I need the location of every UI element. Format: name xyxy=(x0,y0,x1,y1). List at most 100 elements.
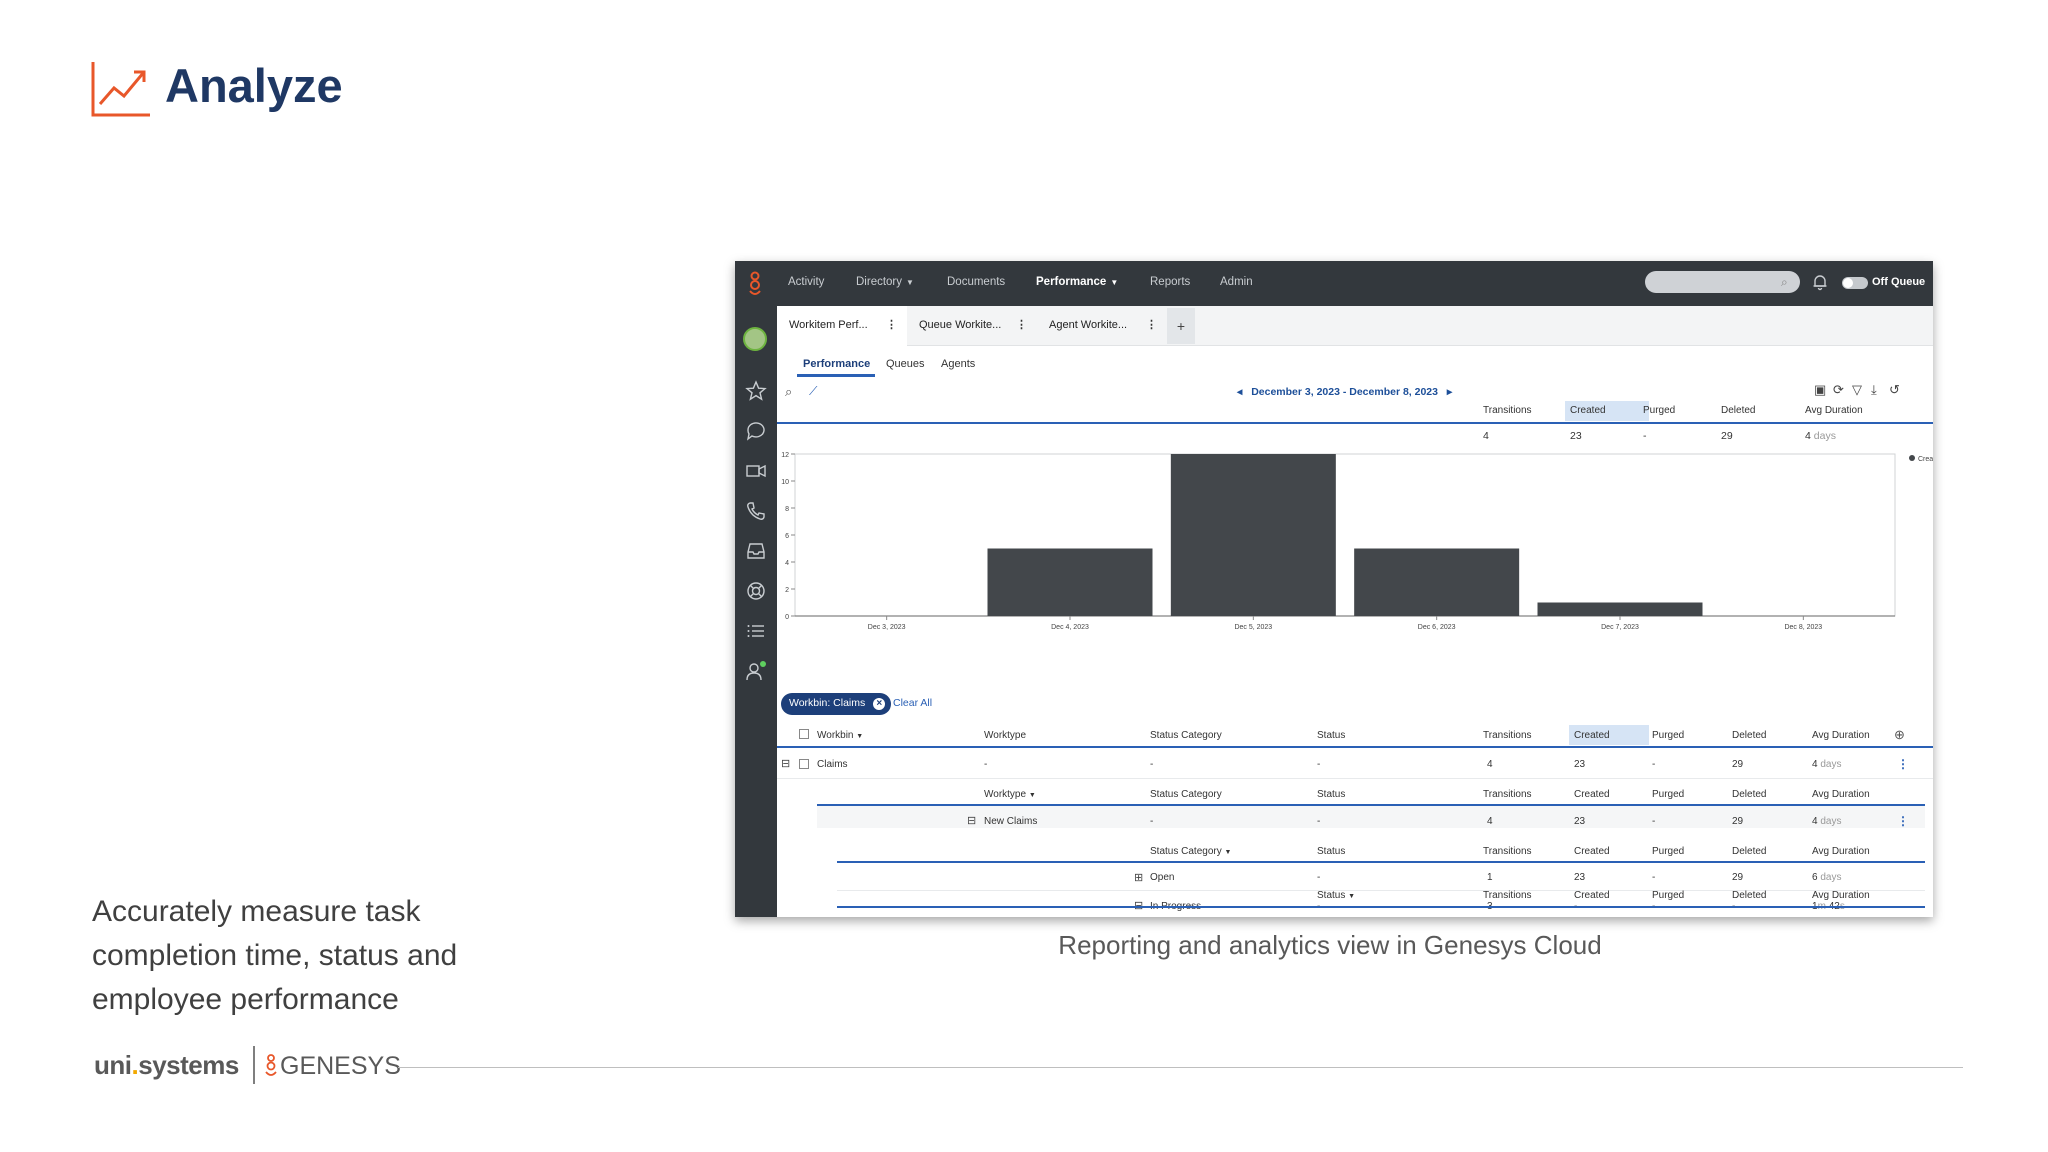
col-header-worktype[interactable]: Worktype xyxy=(984,730,1026,741)
kebab-menu-icon[interactable]: ⋮ xyxy=(1016,318,1027,331)
expand-icon[interactable]: ⊞ xyxy=(1134,871,1143,884)
summary-header-created[interactable]: Created xyxy=(1570,405,1606,416)
collapse-icon[interactable]: ⊟ xyxy=(967,814,976,827)
col-header-purged[interactable]: Purged xyxy=(1652,846,1684,857)
row-checkbox[interactable] xyxy=(799,759,809,769)
col-header-avg-duration[interactable]: Avg Duration xyxy=(1812,846,1870,857)
support-icon[interactable] xyxy=(745,580,767,602)
col-header-created[interactable]: Created xyxy=(1574,789,1610,800)
video-icon[interactable] xyxy=(745,460,767,482)
col-header-status-category[interactable]: Status Category ▼ xyxy=(1150,846,1231,857)
bell-icon[interactable] xyxy=(1811,273,1829,291)
nav-documents[interactable]: Documents xyxy=(947,276,1005,288)
col-header-transitions[interactable]: Transitions xyxy=(1483,730,1532,741)
row-avg-duration: 1m 42s xyxy=(1812,901,1845,912)
col-header-status[interactable]: Status xyxy=(1317,730,1345,741)
row-menu-icon[interactable]: ⋮ xyxy=(1897,757,1909,771)
people-status-icon[interactable] xyxy=(745,660,767,682)
col-header-deleted[interactable]: Deleted xyxy=(1732,730,1766,741)
download-icon[interactable]: ⤓ xyxy=(1871,382,1877,398)
row-menu-icon[interactable]: ⋮ xyxy=(1897,814,1909,828)
col-header-purged[interactable]: Purged xyxy=(1652,730,1684,741)
nav-directory[interactable]: Directory ▼ xyxy=(856,276,914,288)
star-icon[interactable] xyxy=(745,380,767,402)
main-content: Workitem Perf... ⋮ Queue Workite... ⋮ Agen… xyxy=(777,306,1933,917)
doc-tab-agent[interactable]: Agent Workite... ⋮ xyxy=(1037,306,1167,346)
legend-swatch xyxy=(1909,455,1915,461)
summary-header-purged[interactable]: Purged xyxy=(1643,405,1675,416)
search-input[interactable] xyxy=(1645,271,1800,293)
queue-toggle[interactable] xyxy=(1842,277,1868,289)
inbox-icon[interactable] xyxy=(745,540,767,562)
col-header-avg-duration[interactable]: Avg Duration xyxy=(1812,730,1870,741)
chevron-down-icon: ▼ xyxy=(906,278,914,287)
brand-uni-b: systems xyxy=(138,1050,239,1080)
summary-avg-unit: days xyxy=(1813,430,1836,442)
summary-created: 23 xyxy=(1570,430,1582,442)
kebab-menu-icon[interactable]: ⋮ xyxy=(1146,318,1157,331)
doc-tab-queue[interactable]: Queue Workite... ⋮ xyxy=(907,306,1037,346)
summary-header-deleted[interactable]: Deleted xyxy=(1721,405,1755,416)
col-header-deleted[interactable]: Deleted xyxy=(1732,789,1766,800)
filter-pill[interactable]: Workbin: Claims × xyxy=(781,693,892,715)
add-tab-button[interactable]: + xyxy=(1167,308,1195,344)
col-header-status[interactable]: Status xyxy=(1317,789,1345,800)
left-sidebar xyxy=(735,306,777,917)
summary-avg-duration: 4 days xyxy=(1805,430,1836,442)
col-header-deleted[interactable]: Deleted xyxy=(1732,846,1766,857)
row-transitions: 4 xyxy=(1487,759,1493,770)
search-icon[interactable]: ⌕ xyxy=(785,384,792,400)
chevron-left-icon[interactable]: ◂ xyxy=(1237,386,1242,398)
col-header-worktype[interactable]: Worktype ▼ xyxy=(984,789,1036,800)
col-header-status-category[interactable]: Status Category xyxy=(1150,789,1222,800)
save-icon[interactable]: ▣ xyxy=(1814,382,1826,398)
phone-icon[interactable] xyxy=(745,500,767,522)
col-header-purged[interactable]: Purged xyxy=(1652,789,1684,800)
add-column-icon[interactable]: ⊕ xyxy=(1894,727,1905,743)
summary-header-transitions[interactable]: Transitions xyxy=(1483,405,1532,416)
col-header-status-category[interactable]: Status Category xyxy=(1150,730,1222,741)
doc-tab-workitem[interactable]: Workitem Perf... ⋮ xyxy=(777,306,907,346)
refresh-icon[interactable]: ⟳ xyxy=(1833,382,1844,398)
date-range-picker[interactable]: ◂ December 3, 2023 - December 8, 2023 ▸ xyxy=(1237,386,1452,398)
x-tick-label: Dec 7, 2023 xyxy=(1601,624,1639,631)
sort-down-icon: ▼ xyxy=(1028,792,1036,799)
col-header-avg-duration[interactable]: Avg Duration xyxy=(1812,789,1870,800)
nav-activity[interactable]: Activity xyxy=(788,276,824,288)
avatar[interactable] xyxy=(743,327,767,351)
col-header-created[interactable]: Created xyxy=(1574,846,1610,857)
filter-icon[interactable]: ▽ xyxy=(1852,382,1862,398)
close-icon[interactable]: × xyxy=(873,698,886,710)
nav-performance[interactable]: Performance ▼ xyxy=(1036,276,1118,288)
tab-queues[interactable]: Queues xyxy=(886,358,925,370)
nav-reports[interactable]: Reports xyxy=(1150,276,1190,288)
summary-header-avg-duration[interactable]: Avg Duration xyxy=(1805,405,1863,416)
doc-tab-label: Queue Workite... xyxy=(919,319,1002,331)
genesys-app-screenshot: Activity Directory ▼ Documents Performanc… xyxy=(735,261,1933,917)
nav-admin[interactable]: Admin xyxy=(1220,276,1253,288)
row-status: - xyxy=(1317,816,1321,827)
reset-icon[interactable]: ↺ xyxy=(1889,382,1900,398)
select-all-checkbox[interactable] xyxy=(799,729,809,739)
chart-toggle-icon[interactable]: ⟋ xyxy=(809,384,817,399)
col-header-workbin[interactable]: Workbin ▼ xyxy=(817,730,863,741)
kebab-menu-icon[interactable]: ⋮ xyxy=(886,318,897,331)
col-header-transitions[interactable]: Transitions xyxy=(1483,846,1532,857)
col-header-label: Status Category xyxy=(1150,846,1222,857)
collapse-icon[interactable]: ⊟ xyxy=(781,757,790,770)
sort-down-icon: ▼ xyxy=(856,733,864,740)
col-header-status[interactable]: Status xyxy=(1317,846,1345,857)
row-deleted: - xyxy=(1732,901,1736,912)
divider xyxy=(777,422,1933,424)
collapse-icon[interactable]: ⊟ xyxy=(1134,899,1143,912)
tab-agents[interactable]: Agents xyxy=(941,358,975,370)
summary-transitions: 4 xyxy=(1483,430,1489,442)
col-header-transitions[interactable]: Transitions xyxy=(1483,789,1532,800)
minutes-unit: m xyxy=(1817,901,1826,912)
list-icon[interactable] xyxy=(745,620,767,642)
chat-icon[interactable] xyxy=(745,420,767,442)
col-header-created[interactable]: Created xyxy=(1574,730,1610,741)
chevron-right-icon[interactable]: ▸ xyxy=(1447,386,1452,398)
tab-performance[interactable]: Performance xyxy=(803,358,870,370)
clear-all-link[interactable]: Clear All xyxy=(893,697,932,709)
